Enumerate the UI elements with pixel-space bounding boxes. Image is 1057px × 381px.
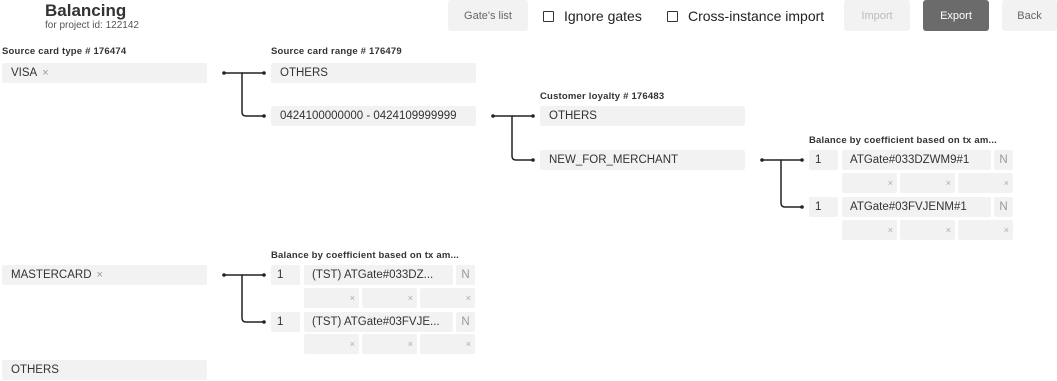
connector-dot (531, 158, 535, 162)
connector-line (224, 274, 264, 323)
connector-dot (222, 71, 226, 75)
connector-dot (262, 273, 266, 277)
connector-dot (222, 273, 226, 277)
connector-dot (262, 114, 266, 118)
connector-dot (491, 114, 495, 118)
tree-connectors (222, 71, 804, 324)
connector-dot (262, 71, 266, 75)
connector-dot (760, 158, 764, 162)
connector-line (224, 72, 264, 117)
connector-dot (531, 114, 535, 118)
connector-line (493, 115, 533, 161)
connector-dot (800, 158, 804, 162)
connector-dot (800, 205, 804, 209)
connector-line (762, 159, 802, 208)
connector-dot (262, 320, 266, 324)
